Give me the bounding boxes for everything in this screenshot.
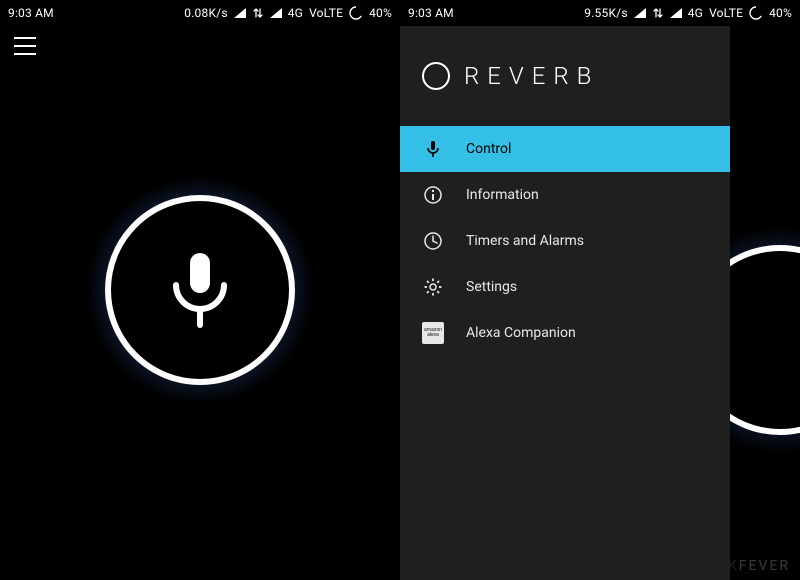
menu-item-settings[interactable]: Settings (400, 264, 730, 310)
microphone-icon (422, 140, 444, 158)
status-network: 4G (288, 6, 303, 20)
status-volte: VoLTE (309, 6, 343, 20)
menu-item-label: Control (466, 141, 511, 157)
navigation-drawer: REVERB Control Information (400, 26, 730, 580)
status-time: 9:03 AM (408, 6, 454, 20)
signal-icon (270, 8, 282, 18)
alexa-icon: amazonalexa (422, 322, 444, 344)
menu-item-label: Alexa Companion (466, 325, 576, 341)
menu-item-timers[interactable]: Timers and Alarms (400, 218, 730, 264)
status-battery: 40% (369, 6, 392, 20)
drawer-menu: Control Information Timers and Alarms (400, 126, 730, 356)
battery-icon (349, 6, 363, 20)
hamburger-menu-button[interactable] (14, 37, 36, 59)
status-battery: 40% (769, 6, 792, 20)
toolbar (0, 26, 400, 70)
signal-icon (234, 8, 246, 18)
battery-icon (749, 6, 763, 20)
gear-icon (422, 278, 444, 296)
status-volte: VoLTE (709, 6, 743, 20)
status-network: 4G (688, 6, 703, 20)
status-speed: 9.55K/s (584, 6, 627, 20)
menu-item-label: Information (466, 187, 539, 203)
phone-left: 9:03 AM 0.08K/s 4G VoLTE 40% (0, 0, 400, 580)
phone-right: 9:03 AM 9.55K/s 4G VoLTE 40% (400, 0, 800, 580)
menu-item-label: Timers and Alarms (466, 233, 584, 249)
status-time: 9:03 AM (8, 6, 54, 20)
data-arrows-icon (252, 7, 264, 19)
status-bar: 9:03 AM 9.55K/s 4G VoLTE 40% (400, 0, 800, 26)
signal-icon (670, 8, 682, 18)
data-arrows-icon (652, 7, 664, 19)
microphone-icon (160, 245, 240, 335)
app-title: REVERB (464, 62, 599, 90)
drawer-header: REVERB (400, 26, 730, 126)
menu-item-alexa[interactable]: amazonalexa Alexa Companion (400, 310, 730, 356)
menu-item-control[interactable]: Control (400, 126, 730, 172)
menu-item-label: Settings (466, 279, 517, 295)
voice-mic-button[interactable] (70, 160, 330, 420)
signal-icon (634, 8, 646, 18)
info-icon (422, 186, 444, 204)
menu-item-information[interactable]: Information (400, 172, 730, 218)
status-speed: 0.08K/s (184, 6, 227, 20)
app-logo-icon (422, 62, 450, 90)
status-bar: 9:03 AM 0.08K/s 4G VoLTE 40% (0, 0, 400, 26)
clock-icon (422, 232, 444, 250)
